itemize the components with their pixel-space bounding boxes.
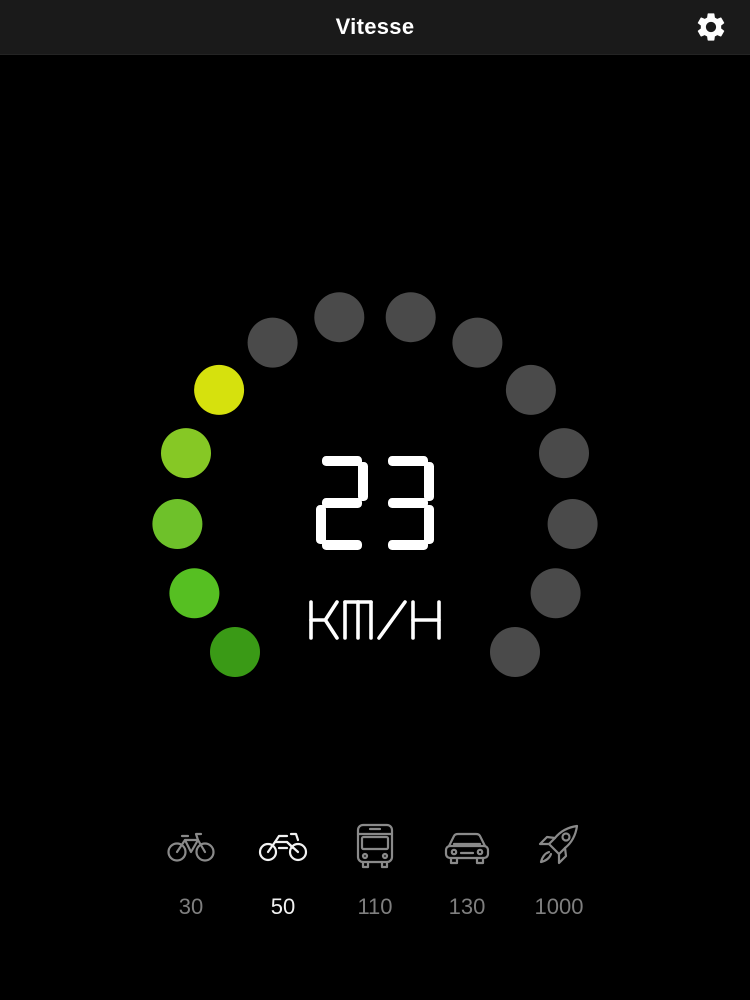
gauge-dot-lit [169, 568, 220, 619]
gauge-dot-off [547, 499, 598, 549]
mode-limit: 1000 [534, 894, 584, 919]
gauge-dot-lit [210, 627, 260, 677]
mode-bus[interactable]: 110 [329, 820, 421, 940]
gauge-dot-off [314, 292, 365, 343]
car-icon [441, 820, 493, 872]
rocket-icon [533, 820, 585, 872]
mode-rocket[interactable]: 1000 [513, 820, 605, 940]
speed-value [316, 456, 434, 550]
bicycle-icon [165, 820, 217, 872]
speed-digit-segment [358, 462, 368, 501]
gauge-dot-lit [194, 364, 245, 415]
gauge-dot-off [505, 364, 556, 415]
gauge-dot-off [452, 317, 503, 368]
speed-digit-segment [424, 462, 434, 501]
mode-limit: 50 [270, 894, 296, 919]
speed-digit-segment [322, 540, 362, 550]
speed-unit-stroke [323, 600, 339, 622]
speed-unit-stroke [377, 600, 407, 640]
speed-digit-segment [424, 505, 434, 544]
gauge-dot-off [539, 428, 589, 479]
gauge-dot-lit [152, 499, 203, 549]
vehicle-mode-selector: 30 50 110 130 1000 [145, 820, 605, 940]
gauge-dot-off [385, 292, 436, 343]
mode-bicycle[interactable]: 30 [145, 820, 237, 940]
speed-digit-segment [388, 498, 428, 508]
gauge-dot-off [530, 568, 581, 619]
speed-digit-segment [322, 456, 362, 466]
speed-digit-segment [388, 540, 428, 550]
mode-motorbike[interactable]: 50 [237, 820, 329, 940]
speed-digit-segment [322, 498, 362, 508]
speed-digit-segment [316, 505, 326, 544]
mode-limit: 30 [178, 894, 204, 919]
gauge-dot-off [247, 317, 298, 368]
speed-unit-stroke [323, 618, 339, 640]
gauge-dot-lit [161, 428, 211, 479]
mode-limit: 110 [357, 894, 393, 919]
speed-unit [309, 600, 441, 640]
mode-limit: 130 [448, 894, 486, 919]
gauge-dot-off [490, 627, 540, 677]
motorbike-icon [257, 820, 309, 872]
speed-digit-segment [388, 456, 428, 466]
bus-icon [349, 820, 401, 872]
mode-car[interactable]: 130 [421, 820, 513, 940]
